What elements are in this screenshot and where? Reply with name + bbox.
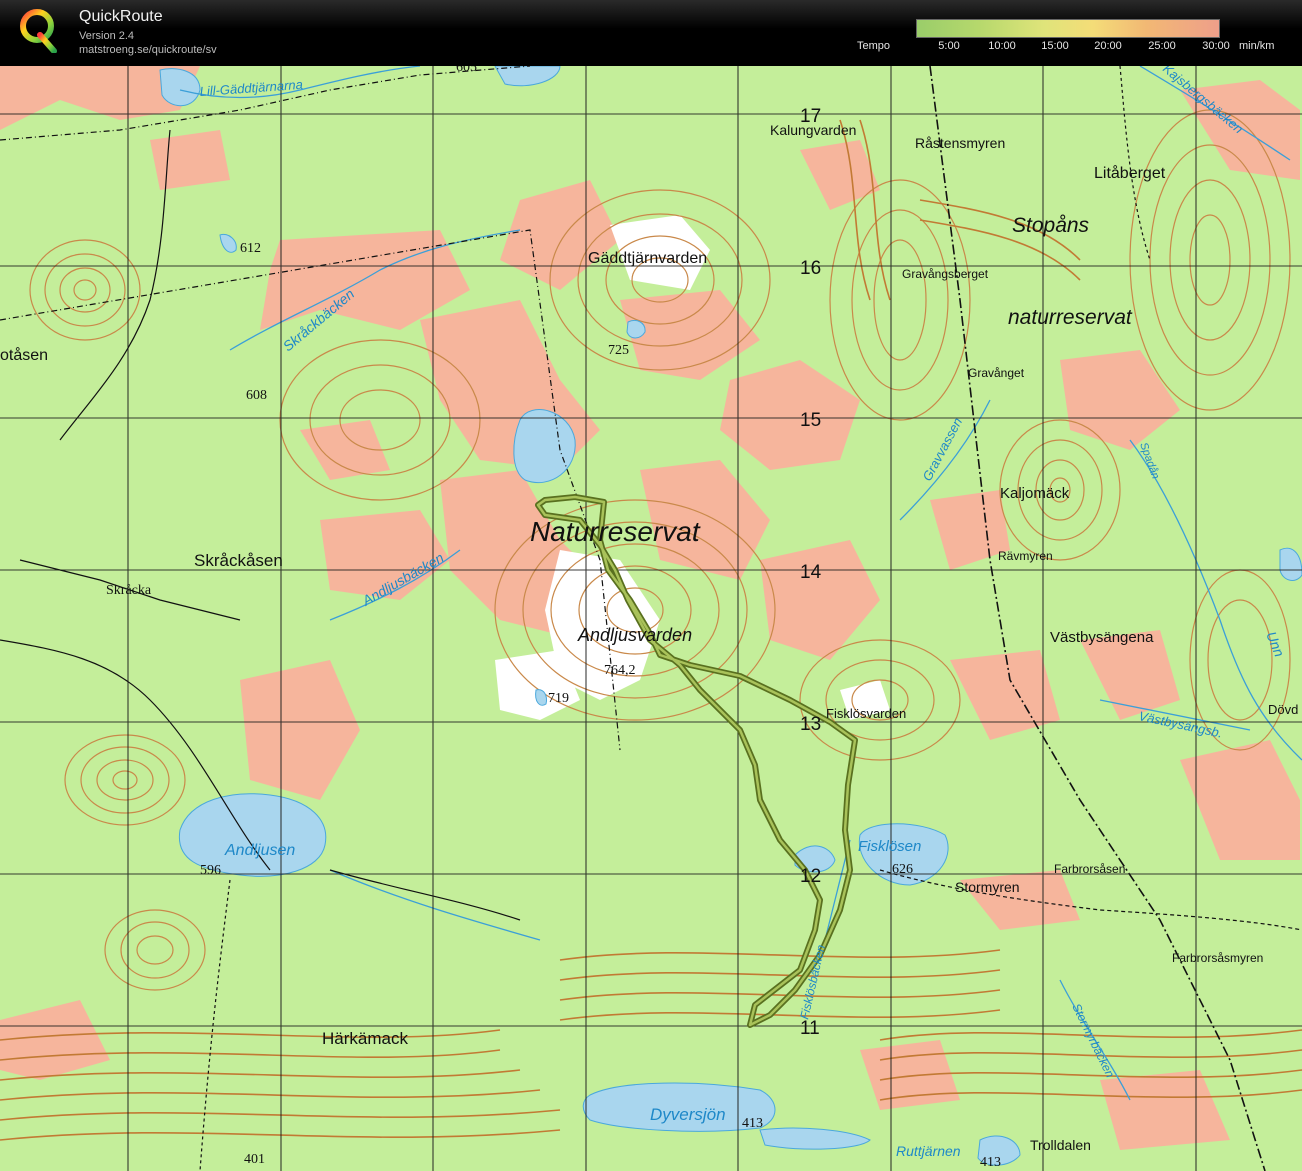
app-version: Version 2.4 (79, 30, 135, 42)
spot-height: 605 (456, 66, 477, 75)
place-label: Gravångsberget (902, 267, 989, 281)
tempo-tick: 15:00 (1041, 40, 1069, 52)
topographic-map[interactable]: 17 16 15 14 13 12 11 Lill-Gäddtjärnarna … (0, 66, 1302, 1171)
place-label: Gravånget (968, 366, 1025, 380)
tempo-tick: 25:00 (1148, 40, 1176, 52)
place-label: Ruttjärnen (896, 1143, 961, 1159)
place-label: Litåberget (1094, 164, 1166, 182)
place-label: Fisklösvarden (826, 706, 906, 721)
place-label: Rävmyren (998, 549, 1053, 563)
place-label: Dövd (1268, 702, 1298, 717)
spot-height: 626 (892, 862, 913, 877)
place-label: Stopåns (1012, 214, 1090, 237)
place-label: naturreservat (1008, 306, 1133, 329)
place-label: Stormyren (955, 879, 1020, 895)
tempo-label: Tempo (857, 40, 891, 52)
grid-number: 14 (800, 562, 822, 583)
spot-height: 612 (240, 241, 261, 256)
spot-height: 608 (246, 388, 267, 403)
place-label: Farbrorsåsmyren (1172, 951, 1263, 965)
app-title: QuickRoute (79, 8, 163, 25)
spot-height: 725 (608, 343, 629, 358)
tempo-color-scale (916, 19, 1220, 38)
grid-number: 15 (800, 410, 821, 431)
place-label: Farbrorsåsen (1054, 862, 1125, 876)
place-label: Andljusvarden (577, 625, 692, 645)
tempo-unit: min/km (1239, 40, 1275, 52)
place-label: Skråcka (106, 583, 152, 598)
place-label: Kaljomäck (1000, 485, 1070, 502)
place-label: Andljusen (224, 842, 295, 859)
place-label: Härkämack (322, 1029, 408, 1048)
grid-number: 12 (800, 866, 821, 887)
spot-height: 719 (548, 691, 569, 706)
place-label: Trolldalen (1030, 1137, 1091, 1153)
app-header: QuickRoute Version 2.4 matstroeng.se/qui… (0, 0, 1302, 64)
place-label: Kalungvarden (770, 122, 856, 138)
place-label: Västbysängena (1050, 629, 1154, 646)
tempo-tick: 30:00 (1202, 40, 1230, 52)
quickroute-logo-icon (20, 9, 57, 53)
spot-height: 596 (200, 863, 221, 878)
place-label: Naturreservat (530, 516, 701, 547)
place-label: otåsen (0, 346, 48, 364)
place-label: Fisklösen (858, 838, 921, 855)
spot-height: 413 (980, 1155, 1001, 1170)
tempo-tick: 20:00 (1094, 40, 1122, 52)
place-label: Skråckåsen (194, 551, 283, 570)
place-label: Dyversjön (650, 1105, 726, 1124)
place-label: Gäddtjärnvarden (588, 250, 707, 267)
spot-height: 401 (244, 1152, 265, 1167)
spot-height: 413 (742, 1116, 763, 1131)
app-url[interactable]: matstroeng.se/quickroute/sv (79, 44, 217, 56)
grid-number: 16 (800, 258, 821, 279)
tempo-tick: 10:00 (988, 40, 1016, 52)
place-label: Råstensmyren (915, 135, 1005, 151)
tempo-tick: 5:00 (938, 40, 960, 52)
grid-number: 13 (800, 714, 821, 735)
spot-height: 764,2 (604, 663, 636, 678)
